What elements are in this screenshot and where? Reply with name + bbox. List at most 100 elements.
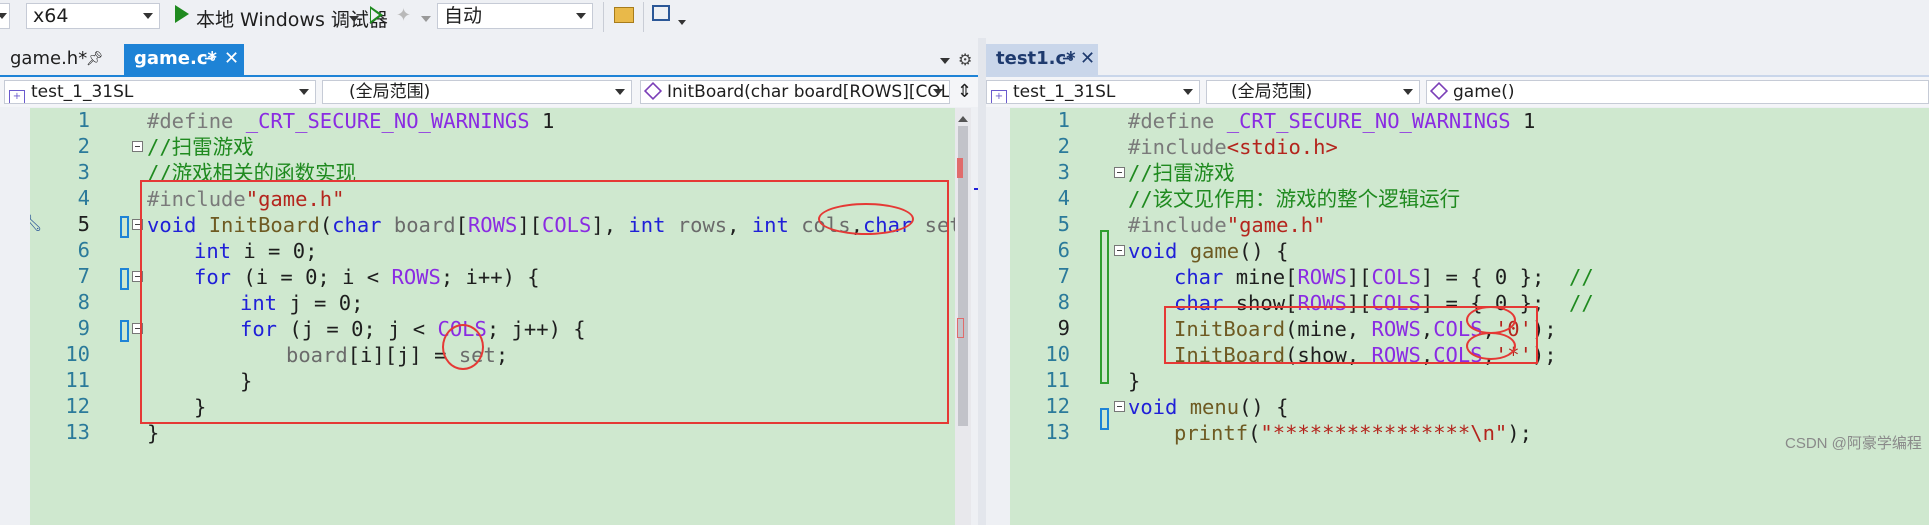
split-view-icon[interactable]: ⇕ [957,81,972,102]
change-marker [120,216,129,238]
start-debug-icon[interactable] [175,5,189,23]
line-number: 3 [77,160,90,184]
line-number: 4 [77,186,90,210]
code-line: //扫雷游戏 [147,135,254,159]
hot-reload-icon[interactable]: ✦ [396,5,412,26]
line-number: 2 [1057,134,1070,158]
line-number: 4 [1057,186,1070,210]
line-number: 6 [77,238,90,262]
annotation-circle [1466,332,1516,360]
member-dropdown[interactable]: InitBoard(char board[ROWS][COLS], int [640,80,950,104]
line-number: 12 [1045,394,1070,418]
line-number: 13 [65,420,90,444]
line-number: 5 [1057,212,1070,236]
line-number: 9 [77,316,90,340]
member-dropdown[interactable]: game() [1426,80,1929,104]
platform-value: x64 [33,5,69,27]
tab-label: game.h* [10,48,88,69]
left-editor-pane: game.h* 📌︎ game.c* ⊸ ✕ ⚙ + test_1_31SL (全… [0,38,978,525]
line-number: 3 [1057,160,1070,184]
configuration-select[interactable]: 自动 [437,3,593,29]
pane-splitter[interactable] [978,38,986,525]
tab-test1-c[interactable]: test1.c* ⊸ ✕ [986,44,1098,76]
code-line: void game() { [1128,239,1289,263]
member-name: game() [1453,82,1515,102]
line-number: 12 [65,394,90,418]
scope-dropdown[interactable]: (全局范围) [322,80,632,104]
line-number: 8 [77,290,90,314]
left-vertical-scrollbar[interactable] [955,108,971,525]
fold-toggle-icon[interactable] [1114,401,1125,412]
window-layout-icon[interactable] [652,5,670,21]
fold-toggle-icon[interactable] [1114,245,1125,256]
line-number: 7 [77,264,90,288]
code-line: #include<stdio.h> [1128,135,1338,159]
annotation-circle [1466,306,1516,334]
layout-dropdown-icon[interactable] [678,20,686,25]
pin-icon[interactable]: 📌︎ [86,44,104,74]
function-icon [1429,81,1449,101]
line-number: 13 [1045,420,1070,444]
configuration-value: 自动 [444,5,483,27]
main-toolbar: x64 本地 Windows 调试器 ✦ 自动 [0,0,1929,39]
prev-combo-edge[interactable] [0,3,10,29]
function-icon [643,81,663,101]
pin-icon[interactable]: ⊸ [1062,44,1074,74]
scroll-marker [957,318,964,338]
change-marker [120,268,129,290]
scroll-up-icon[interactable] [958,116,968,122]
line-number: 9 [1057,316,1070,340]
start-without-debug-icon[interactable] [370,6,383,24]
code-line: } [1128,369,1141,393]
debugger-dropdown-icon[interactable] [349,16,359,22]
annotation-circle [442,324,484,370]
fold-toggle-icon[interactable] [132,141,143,152]
code-line: #define _CRT_SECURE_NO_WARNINGS 1 [147,109,555,133]
right-navigation-bar: + test_1_31SL (全局范围) game() [986,77,1929,107]
code-line: //该文见作用：游戏的整个逻辑运行 [1128,187,1461,211]
code-line: #include"game.h" [1128,213,1326,237]
quick-action-wrench-icon[interactable]: 🔧︎ [30,212,43,233]
close-icon[interactable]: ✕ [224,44,239,74]
left-code-editor[interactable]: 1 2 3 4 5 6 7 8 9 10 11 12 13 🔧︎ #define… [30,108,955,525]
line-number: 6 [1057,238,1070,262]
change-marker [1100,230,1109,384]
project-icon: + [9,90,25,103]
code-line: void menu() { [1128,395,1289,419]
line-number: 11 [65,368,90,392]
project-name: test_1_31SL [31,82,134,102]
left-navigation-bar: + test_1_31SL (全局范围) InitBoard(char board… [0,77,978,107]
scope-dropdown[interactable]: (全局范围) [1206,80,1420,104]
right-code-editor[interactable]: 1 2 3 4 5 6 7 8 9 10 11 12 13 #define _C… [1010,108,1929,525]
project-name: test_1_31SL [1013,82,1116,102]
watermark: CSDN @阿豪学编程 [1785,435,1922,452]
tab-list-dropdown-icon[interactable] [940,58,950,64]
project-dropdown[interactable]: + test_1_31SL [986,80,1200,104]
member-name: InitBoard(char board[ROWS][COLS], int [667,82,950,102]
scroll-marker [957,158,963,178]
tab-game-h[interactable]: game.h* 📌︎ [0,44,116,76]
line-number: 11 [1045,368,1070,392]
tab-game-c[interactable]: game.c* ⊸ ✕ [124,44,244,76]
code-line: #define _CRT_SECURE_NO_WARNINGS 1 [1128,109,1536,133]
code-line: char mine[ROWS][COLS] = { 0 }; // [1174,265,1594,289]
hot-reload-dropdown-icon[interactable] [421,16,431,22]
settings-gear-icon[interactable]: ⚙ [958,50,972,69]
line-number: 1 [77,108,90,132]
project-dropdown[interactable]: + test_1_31SL [4,80,316,104]
line-number: 10 [1045,342,1070,366]
line-number: 10 [65,342,90,366]
close-icon[interactable]: ✕ [1080,44,1095,74]
folder-search-icon[interactable] [614,7,634,23]
line-number: 7 [1057,264,1070,288]
fold-toggle-icon[interactable] [1114,167,1125,178]
project-icon: + [991,90,1007,103]
toolbar-divider [603,2,604,32]
change-marker [120,320,129,342]
pin-icon[interactable]: ⊸ [204,44,216,74]
debugger-label[interactable]: 本地 Windows 调试器 [196,5,388,32]
line-number: 8 [1057,290,1070,314]
annotation-circle [818,203,914,235]
platform-select[interactable]: x64 [26,3,160,29]
line-number: 1 [1057,108,1070,132]
